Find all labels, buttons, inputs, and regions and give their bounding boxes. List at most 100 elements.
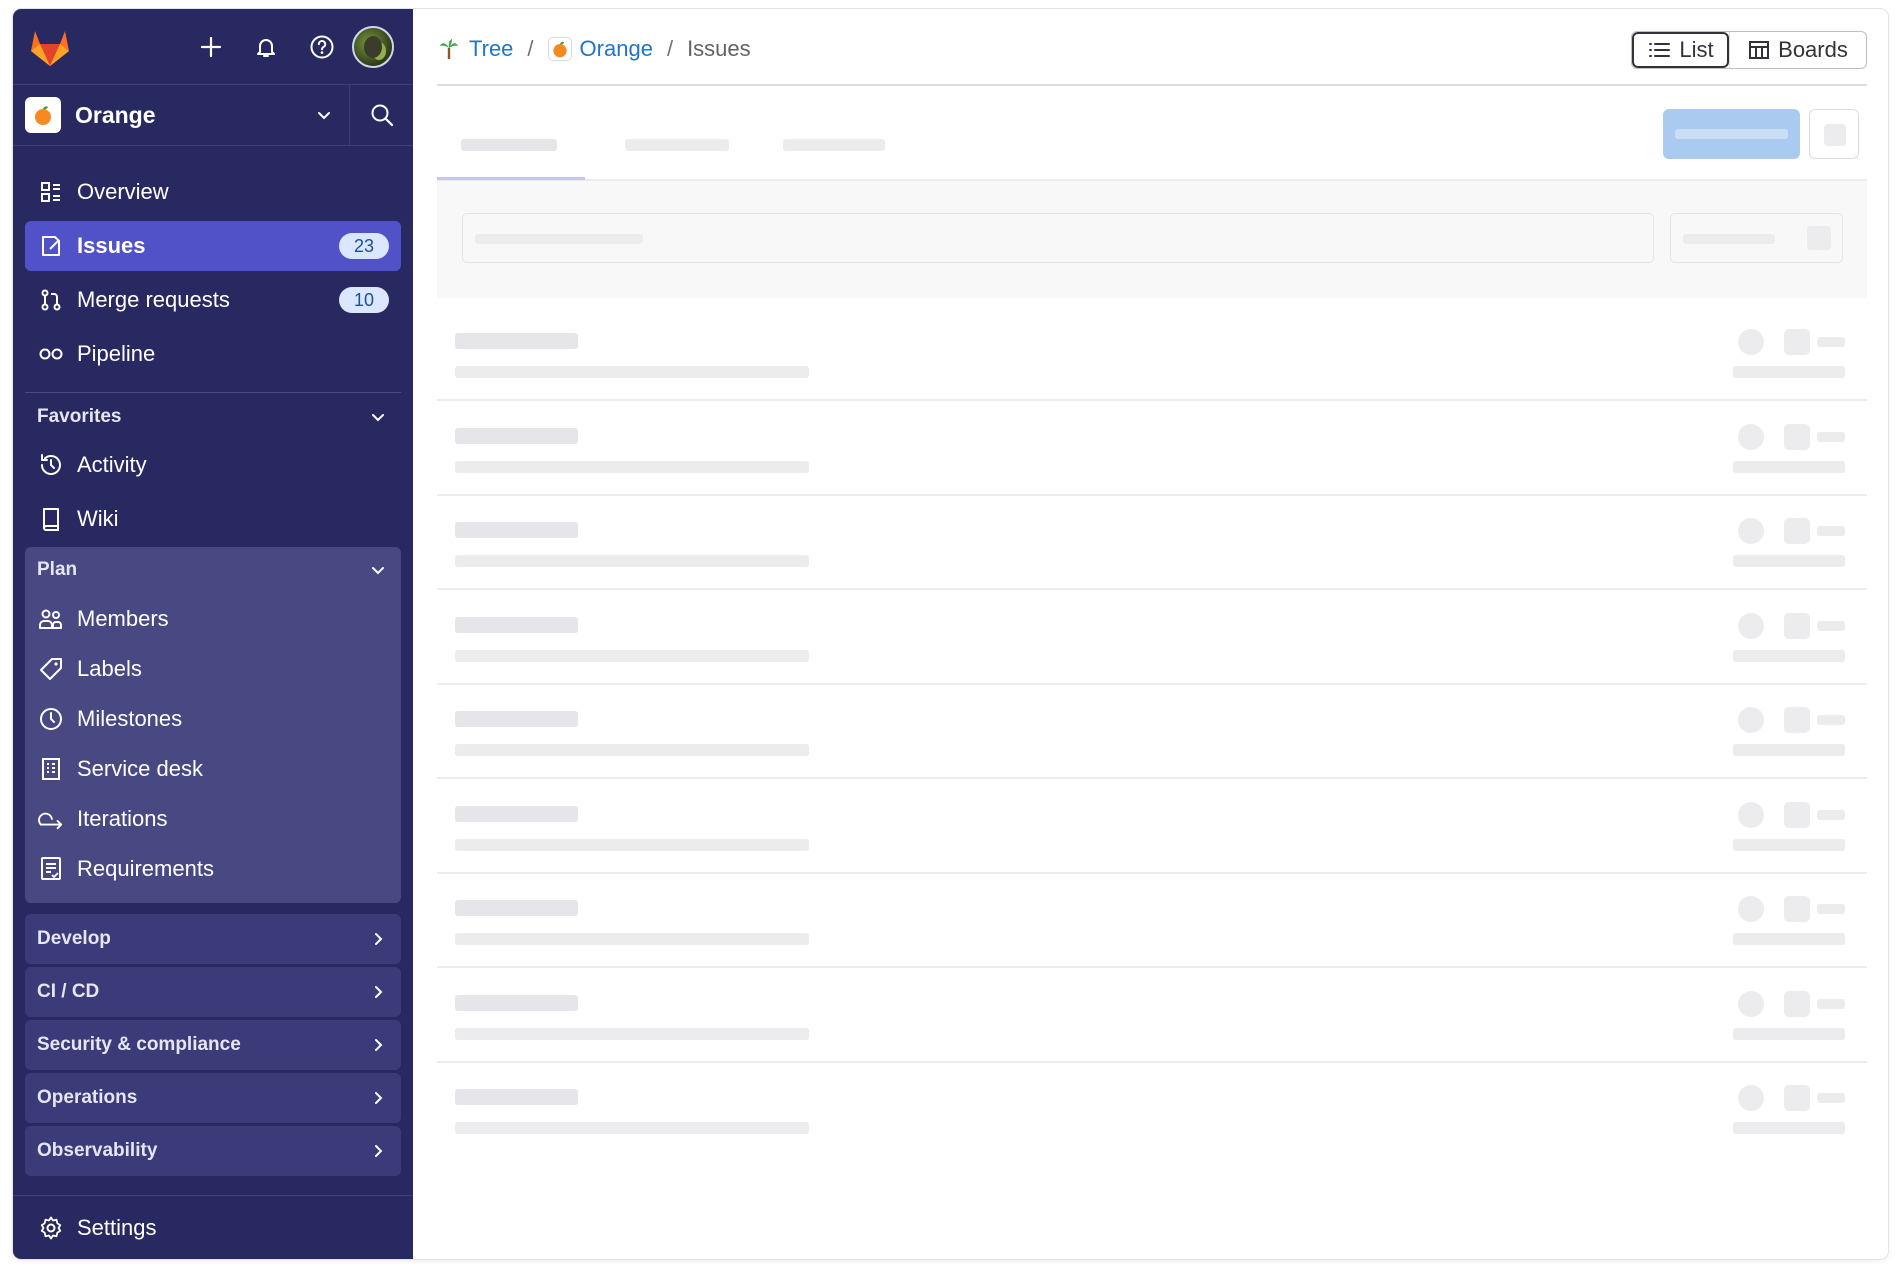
issue-row-skeleton[interactable] [437,402,1867,496]
issue-row-skeleton[interactable] [437,1063,1867,1157]
issue-row-skeleton[interactable] [437,969,1867,1063]
skeleton-bar [1738,801,1764,828]
sort-dropdown-skeleton[interactable] [1670,213,1843,263]
skeleton-bar [1817,620,1845,631]
skeleton-bar [455,1089,578,1105]
breadcrumb-project-link[interactable]: Orange [547,36,653,62]
sidebar-item-pipeline[interactable]: Pipeline [25,329,401,379]
skeleton-bar [1817,998,1845,1009]
skeleton-bar [1733,460,1845,473]
chevron-down-icon [369,561,387,579]
sidebar-footer: Settings [13,1195,413,1259]
develop-section-title: Develop [37,928,111,949]
issue-row-skeleton[interactable] [437,780,1867,874]
book-icon [38,506,64,532]
skeleton-bar [455,555,809,567]
sidebar-item-label: Members [77,606,169,631]
user-avatar[interactable] [352,26,394,68]
plan-section-title: Plan [37,559,78,580]
actions-button-skeleton[interactable] [1809,109,1859,159]
sidebar-item-labels[interactable]: Labels [25,646,401,692]
sidebar-item-issues[interactable]: Issues 23 [25,221,401,271]
skeleton-bar [1817,431,1845,442]
skeleton-bar [1784,329,1810,355]
security-section-toggle[interactable]: Security & compliance [25,1020,401,1070]
sidebar-item-service-desk[interactable]: Service desk [25,746,401,792]
cicd-section-toggle[interactable]: CI / CD [25,967,401,1017]
operations-section-title: Operations [37,1087,138,1108]
project-switcher-row: Orange [13,84,413,146]
clock-icon [38,706,64,732]
skeleton-bar [455,994,578,1011]
list-view-button[interactable]: List [1632,32,1729,68]
tab-skeleton[interactable] [625,139,729,151]
sidebar-item-label: Issues [77,233,146,258]
tab-skeleton[interactable] [461,139,557,151]
skeleton-bar [1738,896,1764,922]
gear-icon [38,1215,64,1241]
project-switcher-button[interactable]: Orange [13,85,350,145]
search-button[interactable] [350,85,413,145]
issue-row-skeleton[interactable] [437,496,1867,590]
chevron-right-icon [369,983,387,1001]
sidebar-item-merge-requests[interactable]: Merge requests 10 [25,275,401,325]
skeleton-bar [455,805,578,822]
operations-section-toggle[interactable]: Operations [25,1073,401,1123]
sidebar-item-members[interactable]: Members [25,596,401,642]
skeleton-bar [455,427,578,444]
skeleton-bar [1784,1085,1810,1111]
new-issue-button-skeleton[interactable] [1663,109,1800,159]
observability-section-toggle[interactable]: Observability [25,1126,401,1176]
gitlab-logo-icon[interactable] [29,27,71,67]
plus-icon[interactable] [193,29,229,65]
issues-count-badge: 23 [339,233,389,259]
develop-section-toggle[interactable]: Develop [25,914,401,964]
issue-row-skeleton[interactable] [437,307,1867,401]
filter-input-skeleton[interactable] [462,213,1654,263]
favorites-section-toggle[interactable]: Favorites [25,394,401,440]
sidebar-item-milestones[interactable]: Milestones [25,696,401,742]
sidebar: Orange Overview Issues 23 Merge requests… [13,9,413,1259]
sidebar-item-wiki[interactable]: Wiki [25,494,401,544]
sidebar-item-activity[interactable]: Activity [25,440,401,490]
skeleton-bar [1733,649,1845,662]
security-section-title: Security & compliance [37,1034,241,1055]
board-icon [1749,41,1770,59]
chevron-down-icon [315,106,333,124]
skeleton-bar [1817,337,1845,347]
label-icon [38,656,64,682]
list-view-label: List [1679,37,1714,62]
skeleton-bar [1817,715,1845,725]
skeleton-bar [1817,809,1845,820]
issue-row-skeleton[interactable] [437,874,1867,968]
plan-section: Plan Members Labels Milestones Service d… [25,547,401,903]
breadcrumb-group-link[interactable]: Tree [437,36,513,62]
main-content: Tree / Orange / Issues List Boards [413,9,1888,1259]
breadcrumb-separator: / [666,36,674,61]
overview-icon [38,179,64,205]
plan-section-toggle[interactable]: Plan [25,547,401,593]
sidebar-item-overview[interactable]: Overview [25,167,401,217]
issue-row-skeleton[interactable] [437,685,1867,779]
sidebar-item-label: Settings [77,1215,157,1240]
sidebar-item-label: Labels [77,656,142,681]
skeleton-bar [455,744,809,756]
merge-requests-count-badge: 10 [339,287,389,313]
breadcrumb-group-label: Tree [469,36,514,61]
skeleton-bar [1784,801,1810,828]
skeleton-bar [455,711,578,727]
orange-icon [547,37,572,61]
sidebar-item-iterations[interactable]: Iterations [25,796,401,842]
sidebar-item-requirements[interactable]: Requirements [25,846,401,892]
chevron-down-icon [369,408,387,426]
boards-view-button[interactable]: Boards [1729,32,1866,68]
bell-icon[interactable] [248,29,284,65]
breadcrumb: Tree / Orange / Issues [437,29,751,69]
tab-skeleton[interactable] [783,139,885,151]
view-toggle: List Boards [1631,31,1867,69]
sidebar-item-label: Requirements [77,856,214,881]
skeleton-bar [1733,933,1845,945]
help-icon[interactable] [304,29,340,65]
sidebar-item-settings[interactable]: Settings [25,1203,401,1253]
issue-row-skeleton[interactable] [437,591,1867,685]
